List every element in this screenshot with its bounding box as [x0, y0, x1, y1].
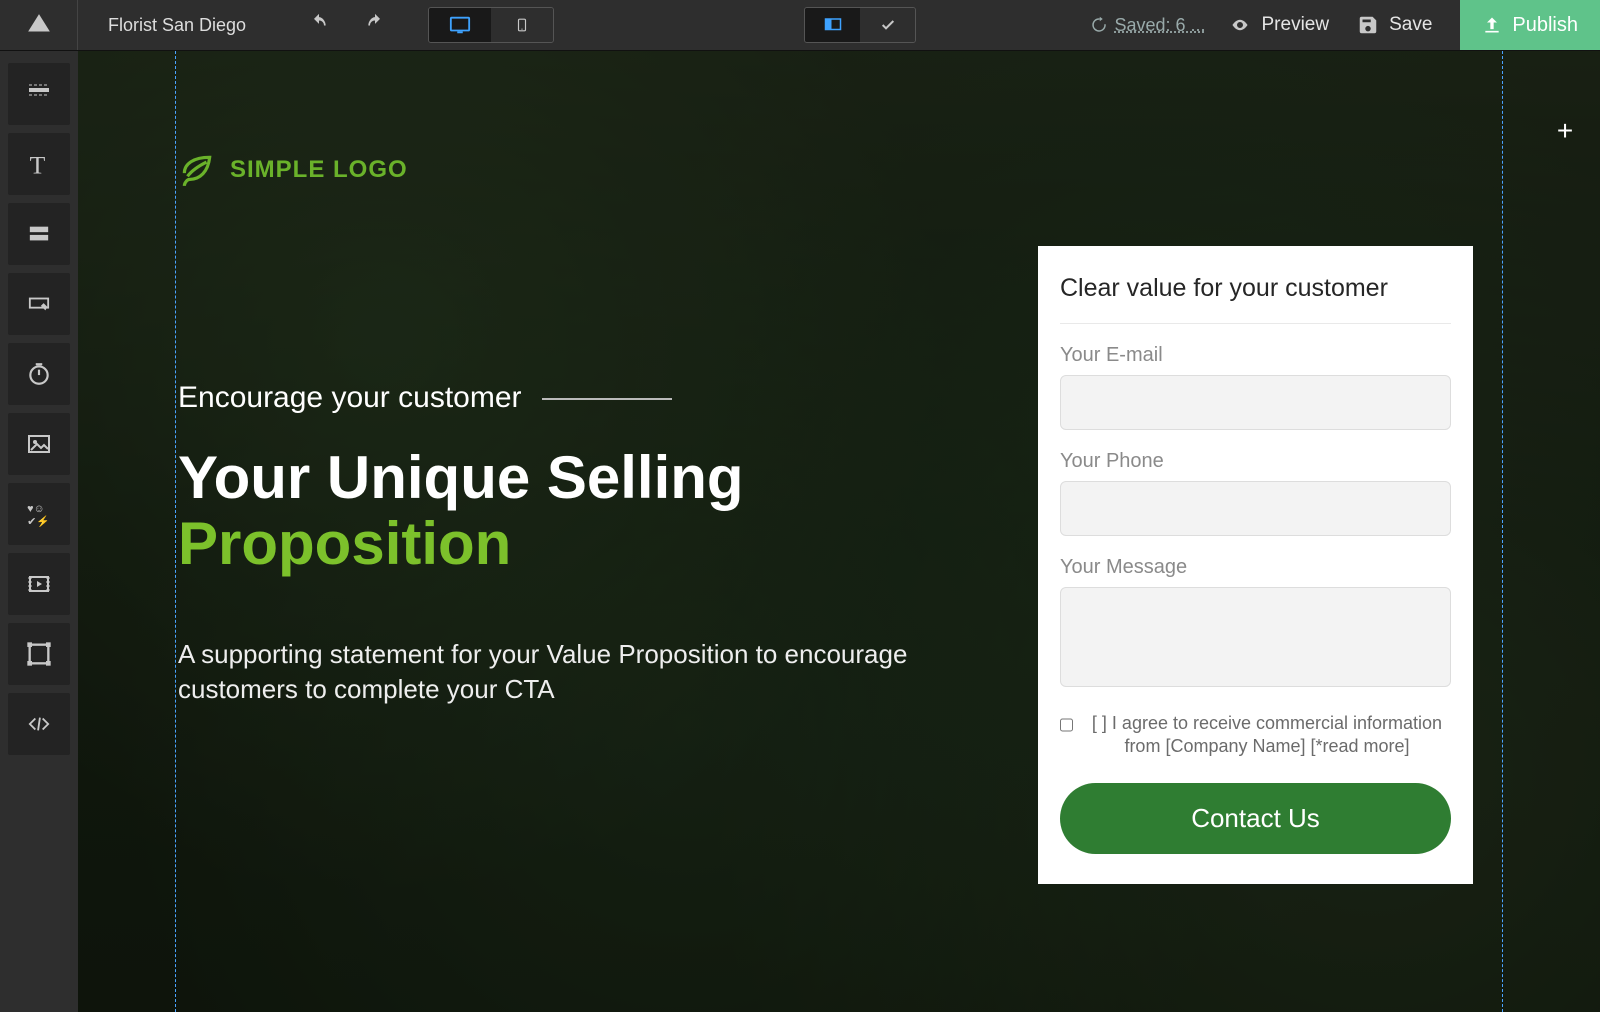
contact-form-card[interactable]: Clear value for your customer Your E-mai… [1038, 246, 1473, 884]
message-label: Your Message [1060, 556, 1451, 579]
phone-input[interactable] [1060, 481, 1451, 536]
element-sidebar: T ♥☺✔⚡ [0, 51, 78, 1012]
headline-line1: Your Unique Selling [178, 444, 744, 511]
email-input[interactable] [1060, 375, 1451, 430]
site-name[interactable]: Florist San Diego [78, 15, 276, 36]
leaf-icon [178, 151, 216, 189]
message-field-group: Your Message [1060, 556, 1451, 692]
message-input[interactable] [1060, 587, 1451, 687]
device-switcher [428, 7, 554, 43]
layout-view-button[interactable] [805, 8, 860, 42]
hero-kicker[interactable]: Encourage your customer [178, 381, 672, 415]
consent-checkbox[interactable] [1060, 716, 1073, 734]
section-tool[interactable] [8, 63, 70, 125]
email-field-group: Your E-mail [1060, 344, 1451, 430]
hero-subhead[interactable]: A supporting statement for your Value Pr… [178, 637, 938, 707]
text-tool[interactable]: T [8, 133, 70, 195]
view-mode-toggle [804, 7, 916, 43]
phone-label: Your Phone [1060, 450, 1451, 473]
save-button[interactable]: Save [1357, 14, 1432, 36]
form-title[interactable]: Clear value for your customer [1060, 274, 1451, 324]
publish-button[interactable]: Publish [1460, 0, 1600, 50]
consent-text: [ ] I agree to receive commercial inform… [1083, 712, 1451, 759]
submit-button[interactable]: Contact Us [1060, 783, 1451, 854]
timer-tool[interactable] [8, 343, 70, 405]
hero-headline[interactable]: Your Unique Selling Proposition [178, 445, 938, 577]
icons-tool[interactable]: ♥☺✔⚡ [8, 483, 70, 545]
add-element-button[interactable]: + [1545, 111, 1585, 151]
svg-text:✔⚡: ✔⚡ [27, 515, 50, 527]
save-status-text: Saved: 6 ... [1114, 15, 1205, 36]
video-tool[interactable] [8, 553, 70, 615]
consent-row: [ ] I agree to receive commercial inform… [1060, 712, 1451, 759]
svg-text:♥☺: ♥☺ [27, 503, 44, 515]
workspace: T ♥☺✔⚡ + SIMPLE LOGO Encourage your cust… [0, 51, 1600, 1012]
canvas[interactable]: + SIMPLE LOGO Encourage your customer Yo… [78, 51, 1600, 1012]
email-label: Your E-mail [1060, 344, 1451, 367]
rows-tool[interactable] [8, 203, 70, 265]
shape-tool[interactable] [8, 623, 70, 685]
undo-button[interactable] [306, 13, 332, 38]
save-status[interactable]: Saved: 6 ... [1090, 15, 1205, 36]
preview-button[interactable]: Preview [1228, 14, 1330, 36]
button-tool[interactable] [8, 273, 70, 335]
redo-button[interactable] [362, 13, 388, 38]
desktop-view-button[interactable] [429, 8, 491, 42]
publish-label: Publish [1512, 14, 1578, 37]
headline-line2: Proposition [178, 511, 938, 577]
app-logo[interactable] [0, 0, 78, 50]
page-logo[interactable]: SIMPLE LOGO [178, 151, 408, 189]
preview-label: Preview [1262, 14, 1330, 36]
hero-section[interactable]: Encourage your customer Your Unique Sell… [178, 381, 938, 707]
page-logo-text: SIMPLE LOGO [230, 156, 408, 184]
phone-field-group: Your Phone [1060, 450, 1451, 536]
image-tool[interactable] [8, 413, 70, 475]
toolbar-right: Saved: 6 ... Preview Save Publish [1090, 0, 1600, 50]
top-toolbar: Florist San Diego Saved: 6 ... Preview [0, 0, 1600, 51]
mobile-view-button[interactable] [491, 8, 553, 42]
history-controls [306, 13, 388, 38]
save-label: Save [1389, 14, 1432, 36]
code-tool[interactable] [8, 693, 70, 755]
check-view-button[interactable] [860, 8, 915, 42]
svg-text:T: T [30, 150, 46, 178]
